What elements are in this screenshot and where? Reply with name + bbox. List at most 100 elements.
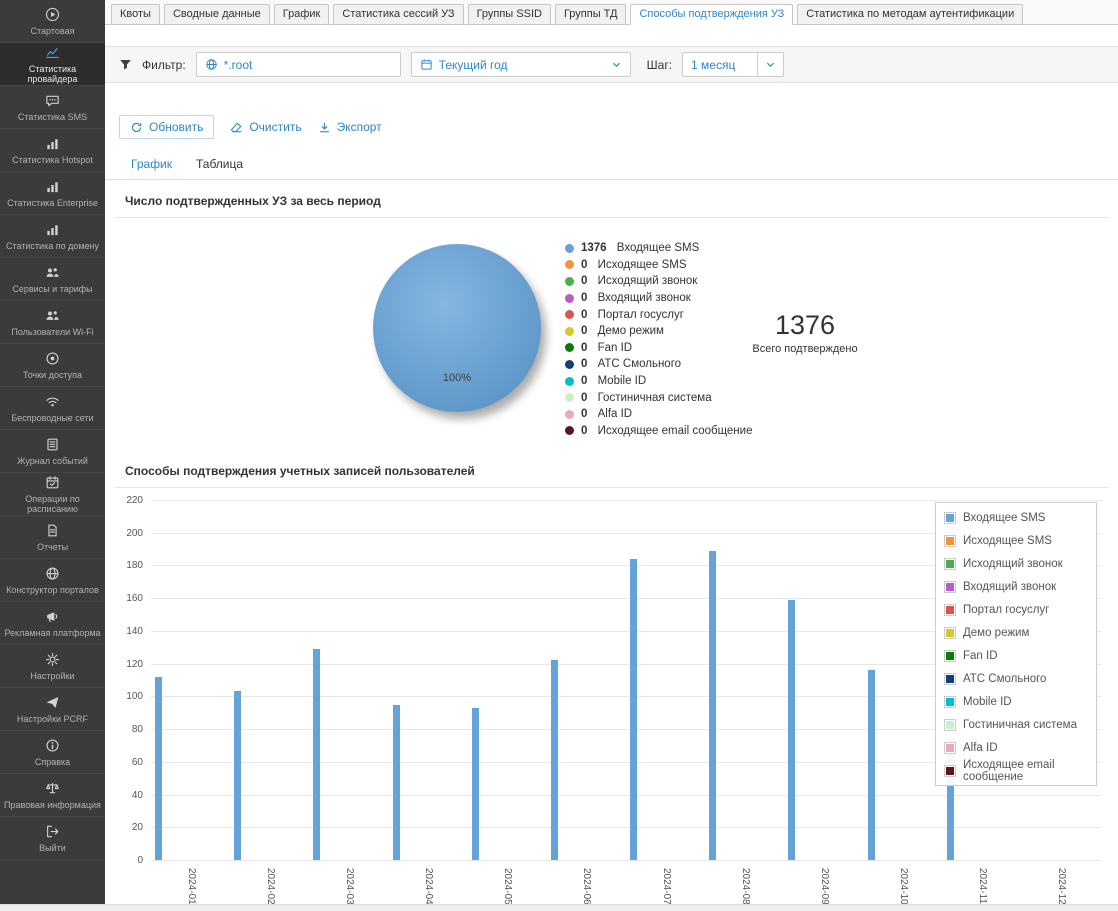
legend-value: 0 [581,292,587,304]
legend-label: Входящее SMS [963,512,1045,524]
legend-label: Гостиничная система [963,719,1077,731]
sidebar-item[interactable]: Сервисы и тарифы [0,258,105,301]
globe-icon [205,58,218,71]
bar-legend-item: Портал госуслуг [936,598,1096,621]
sidebar-item-label: Беспроводные сети [8,413,96,423]
legend-color-dot [565,426,574,435]
sidebar-item-label: Статистика Hotspot [9,155,96,165]
pie-legend-item: 0 Исходящее email сообщение [565,423,752,440]
pie-legend-item: 0 АТС Смольного [565,356,752,373]
legend-label: Исходящее email сообщение [963,759,1088,783]
sidebar-item[interactable]: Журнал событий [0,430,105,473]
legend-color-box [944,765,956,777]
legend-label: Исходящее email сообщение [594,425,752,437]
sidebar-item[interactable]: Статистика по домену [0,215,105,258]
horizontal-scrollbar[interactable] [0,904,1118,911]
legend-color-box [944,604,956,616]
sidebar-item[interactable]: Статистика провайдера [0,43,105,86]
legend-label: Mobile ID [963,696,1012,708]
sidebar-item[interactable]: Точки доступа [0,344,105,387]
top-tab[interactable]: Статистика сессий УЗ [333,4,463,25]
legend-color-dot [565,343,574,352]
legend-color-dot [565,393,574,402]
clear-button[interactable]: Очистить [230,120,301,134]
legend-label: Входящий звонок [594,292,690,304]
sidebar-item[interactable]: Статистика SMS [0,86,105,129]
legend-value: 0 [581,408,587,420]
legend-color-dot [565,260,574,269]
sidebar-item[interactable]: Правовая информация [0,774,105,817]
step-label: Шаг: [647,58,672,72]
sidebar-item[interactable]: Пользователи Wi-Fi [0,301,105,344]
legend-label: Демо режим [594,325,664,337]
legend-label: Гостиничная система [594,392,711,404]
gridline [151,860,1101,861]
bar-chart-icon [45,222,60,238]
gridline [151,827,1101,828]
sidebar-item[interactable]: Отчеты [0,516,105,559]
legend-label: Входящий звонок [963,581,1056,593]
legend-label: Alfa ID [963,742,998,754]
bar [393,705,400,860]
bar-chart: 0204060801001201401601802002202024-01-01… [117,494,1109,911]
step-value: 1 месяц [691,58,735,72]
bar-legend-item: Входящий звонок [936,575,1096,598]
sidebar-item[interactable]: Настройки [0,645,105,688]
legend-label: Исходящий звонок [963,558,1063,570]
top-tab[interactable]: Группы SSID [468,4,551,25]
legend-value: 0 [581,425,587,437]
refresh-button[interactable]: Обновить [119,115,214,139]
legend-color-box [944,558,956,570]
filter-label: Фильтр: [142,58,186,72]
gridline [151,500,1101,501]
y-axis-label: 60 [119,757,143,768]
top-tab[interactable]: Способы подтверждения УЗ [630,4,793,25]
sidebar-item-label: Точки доступа [20,370,85,380]
export-button[interactable]: Экспорт [318,120,382,134]
top-tab[interactable]: Статистика по методам аутентификации [797,4,1023,25]
top-tab[interactable]: График [274,4,330,25]
bar-chart-icon [45,179,60,195]
globe-icon [45,566,60,582]
filter-input[interactable]: *.root [196,52,401,77]
chevron-down-icon [757,53,783,76]
sidebar-item[interactable]: Рекламная платформа [0,602,105,645]
top-tab[interactable]: Группы ТД [555,4,627,25]
sidebar-item[interactable]: Справка [0,731,105,774]
scales-icon [45,781,60,797]
legend-label: Портал госуслуг [963,604,1049,616]
bar-chart-legend: Входящее SMS Исходящее SMS Исходящий звоно… [935,502,1097,786]
sidebar-item-label: Статистика SMS [15,112,90,122]
top-tab[interactable]: Сводные данные [164,4,270,25]
legend-value: 0 [581,392,587,404]
sidebar-item-label: Справка [32,757,73,767]
legend-value: 0 [581,259,587,271]
period-select[interactable]: Текущий год [411,52,631,77]
sidebar-item[interactable]: Конструктор порталов [0,559,105,602]
top-tab-bar: КвотыСводные данныеГрафикСтатистика сесс… [105,0,1118,25]
step-select[interactable]: 1 месяц [682,52,784,77]
divider [115,487,1108,488]
bar [551,660,558,860]
legend-color-box [944,719,956,731]
sidebar-item[interactable]: Настройки PCRF [0,688,105,731]
sidebar-item[interactable]: Статистика Hotspot [0,129,105,172]
sidebar-item[interactable]: Операции по расписанию [0,473,105,516]
view-tab[interactable]: Таблица [184,151,255,179]
pie-legend-item: 0 Исходящий звонок [565,273,752,290]
legend-color-box [944,535,956,547]
sidebar-item[interactable]: Стартовая [0,0,105,43]
sidebar-item[interactable]: Выйти [0,817,105,860]
bar-legend-item: Исходящий звонок [936,552,1096,575]
legend-label: Mobile ID [594,375,646,387]
legend-label: Исходящее SMS [963,535,1052,547]
eraser-icon [230,121,243,134]
total-confirmed-value: 1376 [715,310,895,341]
sidebar-item[interactable]: Беспроводные сети [0,387,105,430]
legend-value: 0 [581,342,587,354]
top-tab[interactable]: Квоты [111,4,160,25]
y-axis-label: 20 [119,822,143,833]
view-tab[interactable]: График [119,151,184,179]
legend-label: АТС Смольного [594,358,681,370]
sidebar-item[interactable]: Статистика Enterprise [0,172,105,215]
